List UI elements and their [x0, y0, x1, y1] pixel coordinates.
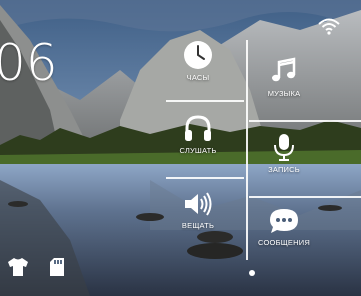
tile-messages[interactable]: СООБЩЕНИЯ — [244, 207, 324, 247]
tile-record-label: ЗАПИСЬ — [268, 165, 300, 174]
chat-bubble-icon — [270, 209, 298, 233]
speaker-icon — [185, 192, 212, 216]
tile-music-label: МУЗЫКА — [267, 89, 301, 98]
tile-speak[interactable]: ВЕЩАТЬ — [158, 190, 238, 230]
music-note-icon — [272, 57, 296, 82]
clock-icon — [184, 41, 212, 69]
home-screen: 06 ЧАСЫ СЛУШАТЬ ВЕЩАТЬ МУЗЫКА ЗАПИСЬ СОО… — [0, 0, 361, 296]
tile-clock-label: ЧАСЫ — [186, 73, 210, 82]
page-indicator-dot[interactable] — [249, 270, 255, 276]
menu-divider-right-2 — [249, 196, 361, 198]
tile-messages-label: СООБЩЕНИЯ — [258, 238, 310, 247]
tile-listen[interactable]: СЛУШАТЬ — [158, 113, 238, 155]
menu-divider-right-1 — [249, 120, 361, 122]
tile-speak-label: ВЕЩАТЬ — [181, 221, 215, 230]
tshirt-icon[interactable] — [7, 257, 29, 277]
menu-divider-left-1 — [166, 100, 244, 102]
tile-clock[interactable]: ЧАСЫ — [158, 40, 238, 82]
sd-card-icon[interactable] — [49, 257, 65, 277]
microphone-icon — [274, 134, 294, 161]
headphones-icon — [185, 115, 211, 141]
tile-record[interactable]: ЗАПИСЬ — [244, 132, 324, 174]
tile-listen-label: СЛУШАТЬ — [179, 146, 217, 155]
clock-time: 06 — [0, 34, 58, 92]
wifi-icon — [318, 18, 340, 35]
menu-divider-left-2 — [166, 177, 244, 179]
tile-music[interactable]: МУЗЫКА — [244, 56, 324, 98]
